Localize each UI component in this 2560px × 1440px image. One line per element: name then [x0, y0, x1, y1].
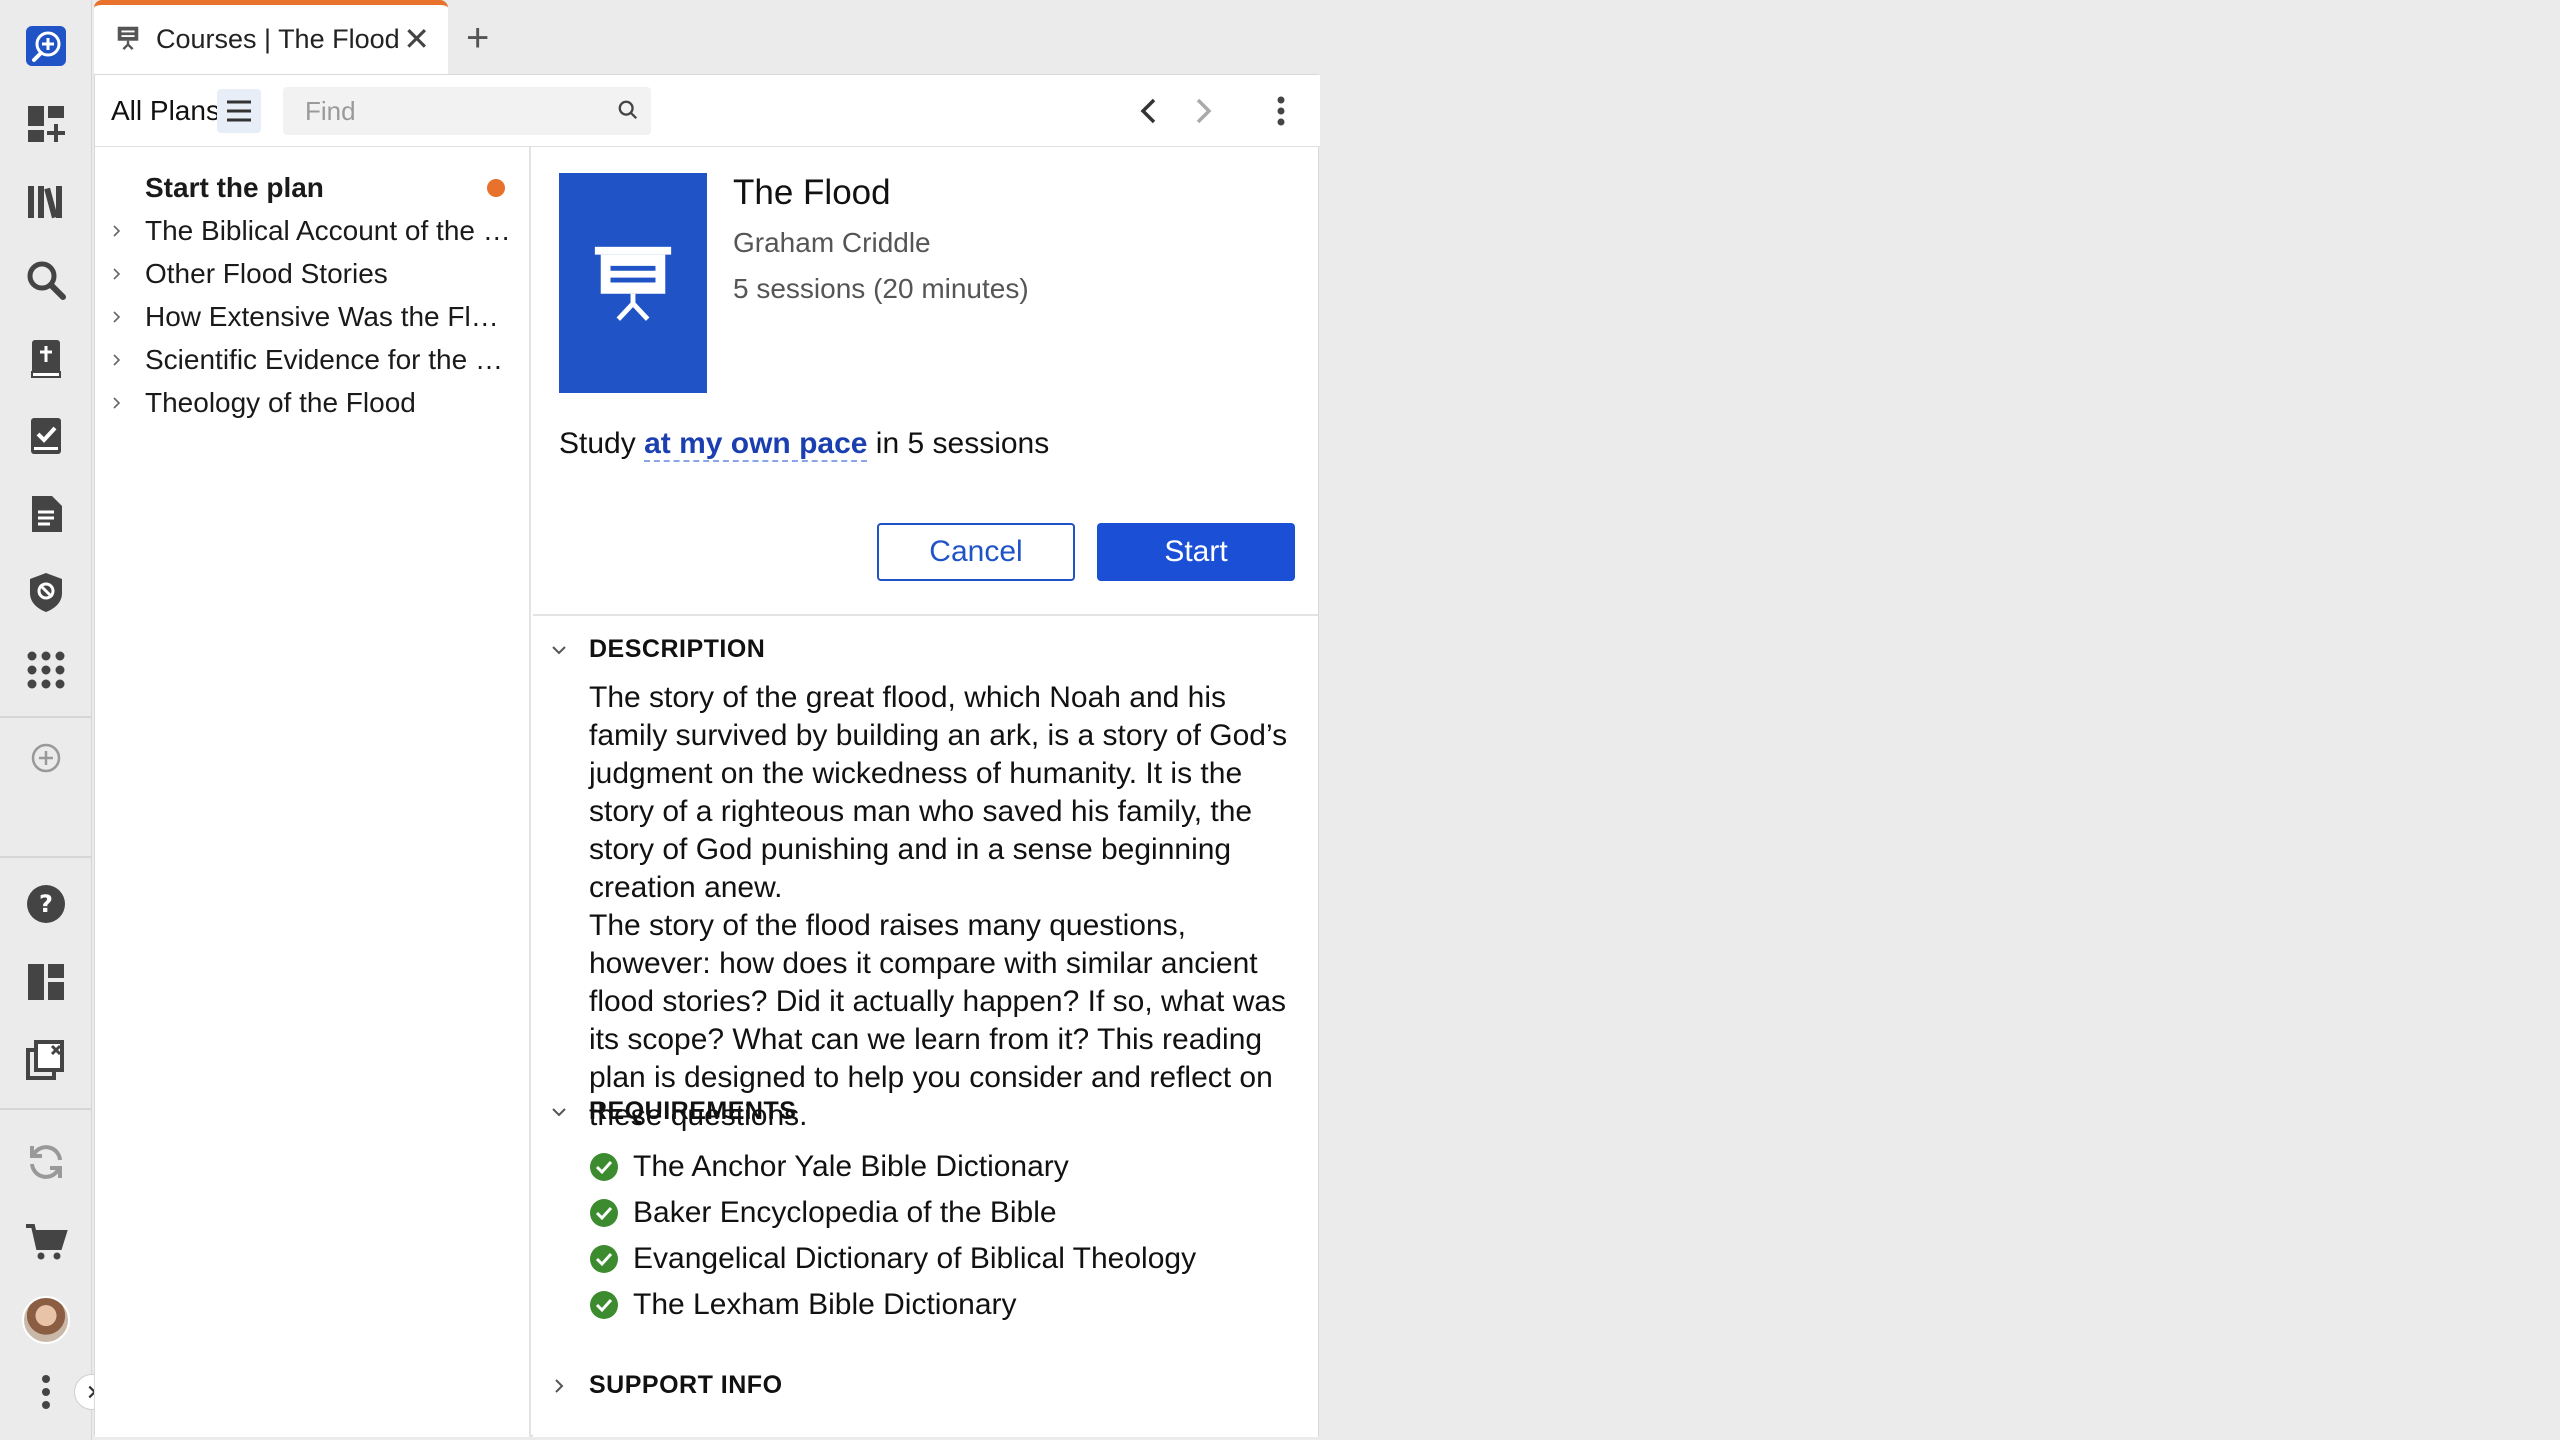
- panel-menu-icon[interactable]: [1263, 93, 1299, 134]
- logos-home-icon[interactable]: [20, 20, 72, 72]
- requirements-heading: REQUIREMENTS: [589, 1097, 797, 1125]
- sidebar-item-other-flood-stories[interactable]: Other Flood Stories: [95, 253, 531, 295]
- sidebar-item-label: Theology of the Flood: [145, 387, 416, 418]
- requirement-item[interactable]: Evangelical Dictionary of Biblical Theol…: [589, 1239, 1196, 1279]
- sidebar-item-label: How Extensive Was the Flood?: [145, 301, 511, 332]
- description-paragraph: The story of the great flood, which Noah…: [589, 681, 1288, 904]
- documents-icon[interactable]: [20, 488, 72, 540]
- apps-grid-icon[interactable]: [20, 644, 72, 696]
- requirements-section-toggle[interactable]: REQUIREMENTS: [547, 1097, 796, 1126]
- close-panels-icon[interactable]: [20, 1034, 72, 1086]
- add-shortcut-icon[interactable]: [20, 732, 72, 784]
- plans-menu-button[interactable]: [217, 89, 261, 133]
- help-icon[interactable]: ?: [20, 878, 72, 930]
- support-info-section-toggle[interactable]: SUPPORT INFO: [547, 1371, 783, 1400]
- plan-sidebar: Start the plan The Biblical Account of t…: [95, 147, 531, 1437]
- rail-divider: [0, 1108, 92, 1110]
- description-text: The story of the great flood, which Noah…: [589, 679, 1309, 1135]
- chevron-down-icon: [552, 1107, 566, 1116]
- requirement-label: Evangelical Dictionary of Biblical Theol…: [633, 1242, 1197, 1275]
- start-button[interactable]: Start: [1097, 523, 1295, 581]
- course-easel-icon: [114, 23, 142, 56]
- requirement-label: The Anchor Yale Bible Dictionary: [633, 1150, 1069, 1183]
- sidebar-item-label: Start the plan: [145, 172, 324, 203]
- sidebar-item-label: Scientific Evidence for the Flood: [145, 344, 511, 375]
- sidebar-item-label: The Biblical Account of the Flood: [145, 215, 511, 246]
- current-indicator-dot: [487, 179, 505, 197]
- course-panel: All Plans Start the plan: [94, 74, 1320, 1437]
- user-avatar[interactable]: [22, 1296, 70, 1344]
- find-input[interactable]: [283, 87, 651, 135]
- support-info-heading: SUPPORT INFO: [589, 1371, 783, 1399]
- sidebar-item-scientific-evidence[interactable]: Scientific Evidence for the Flood: [95, 339, 531, 381]
- section-divider: [533, 614, 1318, 616]
- requirement-item[interactable]: Baker Encyclopedia of the Bible: [589, 1193, 1057, 1233]
- left-rail: ?: [0, 0, 110, 1440]
- hamburger-icon: [227, 100, 251, 122]
- rail-divider: [0, 716, 92, 718]
- chevron-right-icon[interactable]: [109, 223, 125, 239]
- check-circle-icon: [590, 1199, 618, 1227]
- add-tab-button[interactable]: +: [466, 18, 489, 58]
- library-icon[interactable]: [20, 176, 72, 228]
- description-heading: DESCRIPTION: [589, 635, 766, 663]
- sync-icon[interactable]: [20, 1136, 72, 1188]
- requirement-label: The Lexham Bible Dictionary: [633, 1288, 1017, 1321]
- search-icon[interactable]: [20, 254, 72, 306]
- check-circle-icon: [590, 1291, 618, 1319]
- requirement-item[interactable]: The Lexham Bible Dictionary: [589, 1285, 1017, 1325]
- study-suffix: in 5 sessions: [867, 427, 1050, 460]
- bible-icon[interactable]: [20, 332, 72, 384]
- check-circle-icon: [590, 1153, 618, 1181]
- back-arrow-icon[interactable]: [1131, 93, 1167, 134]
- chevron-right-icon[interactable]: [109, 309, 125, 325]
- course-easel-icon: [594, 246, 672, 321]
- all-plans-label[interactable]: All Plans: [111, 95, 220, 127]
- app-window: ? Courses | The Flood ✕ + All Plans Find…: [0, 0, 2560, 1440]
- plan-detail: The Flood Graham Criddle 5 sessions (20 …: [533, 147, 1318, 1437]
- sidebar-item-start-plan[interactable]: Start the plan: [95, 167, 531, 209]
- description-section-toggle[interactable]: DESCRIPTION: [547, 635, 765, 664]
- close-tab-icon[interactable]: ✕: [403, 23, 430, 55]
- search-icon[interactable]: [617, 99, 639, 126]
- requirement-label: Baker Encyclopedia of the Bible: [633, 1196, 1057, 1229]
- cancel-button[interactable]: Cancel: [877, 523, 1075, 581]
- pace-link[interactable]: at my own pace: [644, 427, 868, 462]
- plan-author: Graham Criddle: [733, 227, 931, 258]
- svg-text:?: ?: [39, 890, 53, 918]
- plan-title: The Flood: [733, 173, 891, 212]
- check-circle-icon: [590, 1245, 618, 1273]
- chevron-down-icon: [552, 645, 566, 654]
- plan-cover-image: [559, 173, 707, 393]
- dashboard-add-icon[interactable]: [20, 98, 72, 150]
- study-prefix: Study: [559, 427, 645, 460]
- sidebar-item-how-extensive[interactable]: How Extensive Was the Flood?: [95, 296, 531, 338]
- sidebar-item-biblical-account[interactable]: The Biblical Account of the Flood: [95, 210, 531, 252]
- chevron-right-icon[interactable]: [109, 395, 125, 411]
- chevron-right-icon[interactable]: [109, 266, 125, 282]
- sidebar-item-theology[interactable]: Theology of the Flood: [95, 382, 531, 424]
- more-vertical-icon[interactable]: [20, 1366, 72, 1418]
- study-pace-line: Study at my own pace in 5 sessions: [559, 427, 1050, 462]
- cart-icon[interactable]: [20, 1216, 72, 1268]
- rail-divider: [0, 856, 92, 858]
- tab-courses-the-flood[interactable]: Courses | The Flood ✕: [94, 0, 448, 74]
- sidebar-item-label: Other Flood Stories: [145, 258, 388, 289]
- forward-arrow-icon[interactable]: [1185, 93, 1221, 134]
- chevron-right-icon: [555, 1378, 564, 1393]
- courses-check-icon[interactable]: [20, 410, 72, 462]
- factbook-icon[interactable]: [20, 566, 72, 618]
- panel-toolbar: All Plans: [95, 75, 1320, 147]
- chevron-right-icon[interactable]: [109, 352, 125, 368]
- requirement-item[interactable]: The Anchor Yale Bible Dictionary: [589, 1147, 1069, 1187]
- plan-sessions: 5 sessions (20 minutes): [733, 273, 1029, 304]
- layouts-icon[interactable]: [20, 956, 72, 1008]
- tab-title: Courses | The Flood: [156, 24, 400, 54]
